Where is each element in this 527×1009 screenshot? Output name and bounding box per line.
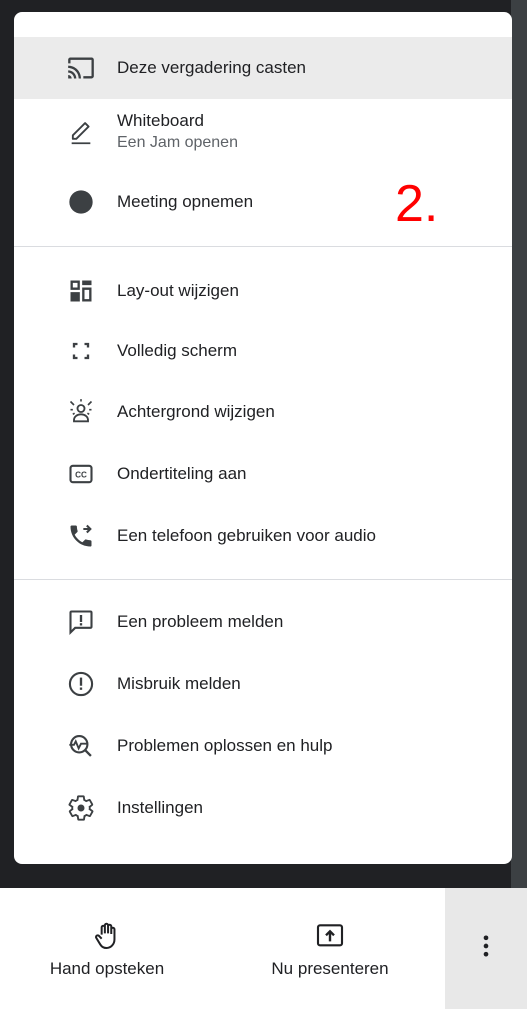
menu-item-background[interactable]: Achtergrond wijzigen	[14, 382, 512, 442]
menu-item-label: Deze vergadering casten	[117, 58, 307, 77]
layout-icon	[66, 276, 96, 306]
menu-item-label: Instellingen	[117, 798, 204, 817]
raise-hand-label: Hand opsteken	[49, 958, 165, 978]
present-now-label: Nu presenteren	[271, 958, 389, 978]
menu-item-label: Problemen oplossen en hulp	[117, 736, 333, 755]
menu-divider	[14, 579, 512, 580]
menu-item-label: Ondertiteling aan	[117, 464, 247, 483]
captions-icon: CC	[66, 459, 96, 489]
phone-forward-icon	[66, 521, 96, 551]
menu-item-label: Whiteboard	[117, 111, 204, 130]
gear-icon	[66, 793, 96, 823]
report-icon	[66, 669, 96, 699]
menu-item-label: Lay-out wijzigen	[117, 281, 239, 300]
more-vert-icon	[472, 932, 500, 965]
menu-item-fullscreen[interactable]: Volledig scherm	[14, 322, 512, 380]
menu-item-label: Achtergrond wijzigen	[117, 402, 275, 421]
menu-item-label: Meeting opnemen	[117, 192, 254, 211]
menu-item-troubleshoot[interactable]: Problemen oplossen en hulp	[14, 716, 512, 776]
menu-item-report-abuse[interactable]: Misbruik melden	[14, 654, 512, 714]
cast-icon	[66, 53, 96, 83]
troubleshoot-icon	[66, 731, 96, 761]
background-icon	[66, 397, 96, 427]
hand-icon	[90, 919, 124, 953]
pen-icon	[66, 118, 96, 148]
menu-item-label: Misbruik melden	[117, 674, 241, 693]
raise-hand-button[interactable]: Hand opsteken	[22, 888, 192, 1009]
backdrop-strip	[511, 0, 527, 888]
more-options-menu: Deze vergadering casten Whiteboard Een J…	[14, 12, 512, 864]
menu-item-captions[interactable]: CC Ondertiteling aan	[14, 444, 512, 504]
record-icon	[66, 187, 96, 217]
menu-item-label: Een probleem melden	[117, 612, 284, 631]
present-now-button[interactable]: Nu presenteren	[245, 888, 415, 1009]
menu-item-cast[interactable]: Deze vergadering casten	[14, 37, 512, 99]
annotation-step-number: 2.	[395, 175, 439, 233]
feedback-icon	[66, 607, 96, 637]
present-icon	[313, 919, 347, 953]
menu-item-phone-audio[interactable]: Een telefoon gebruiken voor audio	[14, 506, 512, 566]
meeting-controls-bar: Hand opsteken Nu presenteren	[0, 888, 527, 1009]
menu-divider	[14, 246, 512, 247]
menu-item-sublabel: Een Jam openen	[117, 134, 238, 151]
menu-item-settings[interactable]: Instellingen	[14, 778, 512, 838]
svg-text:CC: CC	[75, 471, 87, 480]
menu-item-label: Volledig scherm	[117, 341, 238, 360]
fullscreen-icon	[66, 336, 96, 366]
more-options-button[interactable]	[445, 888, 527, 1009]
menu-item-report-problem[interactable]: Een probleem melden	[14, 592, 512, 652]
menu-item-layout[interactable]: Lay-out wijzigen	[14, 262, 512, 320]
menu-item-label: Een telefoon gebruiken voor audio	[117, 526, 376, 545]
menu-item-whiteboard[interactable]: Whiteboard Een Jam openen	[14, 99, 512, 167]
